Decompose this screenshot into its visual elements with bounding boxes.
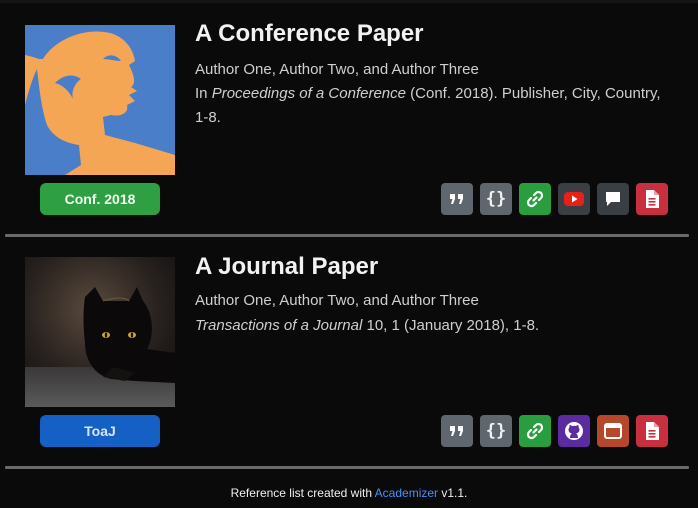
publication-title: A Journal Paper xyxy=(195,253,379,280)
pdf-icon[interactable] xyxy=(636,415,668,447)
publication-authors: Author One, Author Two, and Author Three xyxy=(195,61,479,78)
entry-divider xyxy=(5,234,689,237)
action-buttons: {} xyxy=(441,183,668,215)
publication-venue: Transactions of a Journal 10, 1 (January… xyxy=(195,317,540,334)
window-icon[interactable] xyxy=(597,415,629,447)
github-icon[interactable] xyxy=(558,415,590,447)
venue-badge[interactable]: ToaJ xyxy=(40,415,160,447)
link-icon[interactable] xyxy=(519,183,551,215)
braces-icon[interactable]: {} xyxy=(480,183,512,215)
academizer-link[interactable]: Academizer xyxy=(375,486,438,500)
link-icon[interactable] xyxy=(519,415,551,447)
publication-title: A Conference Paper xyxy=(195,20,424,47)
publication-venue: In Proceedings of a Conference (Conf. 20… xyxy=(195,85,661,126)
entry-divider xyxy=(5,466,689,469)
venue-name: Transactions of a Journal xyxy=(195,317,363,334)
comment-icon[interactable] xyxy=(597,183,629,215)
publication-thumbnail xyxy=(25,25,175,175)
action-buttons: {} xyxy=(441,415,668,447)
quote-icon[interactable] xyxy=(441,183,473,215)
venue-name: Proceedings of a Conference xyxy=(211,85,406,102)
quote-icon[interactable] xyxy=(441,415,473,447)
youtube-icon[interactable] xyxy=(558,183,590,215)
venue-badge[interactable]: Conf. 2018 xyxy=(40,183,160,215)
pdf-icon[interactable] xyxy=(636,183,668,215)
braces-icon[interactable]: {} xyxy=(480,415,512,447)
publication-entry: Conf. 2018 A Conference Paper Author One… xyxy=(0,0,698,236)
publication-thumbnail xyxy=(25,257,175,407)
publication-entry: ToaJ A Journal Paper Author One, Author … xyxy=(0,239,698,467)
publication-authors: Author One, Author Two, and Author Three xyxy=(195,292,479,309)
footer: Reference list created with Academizer v… xyxy=(230,486,468,500)
